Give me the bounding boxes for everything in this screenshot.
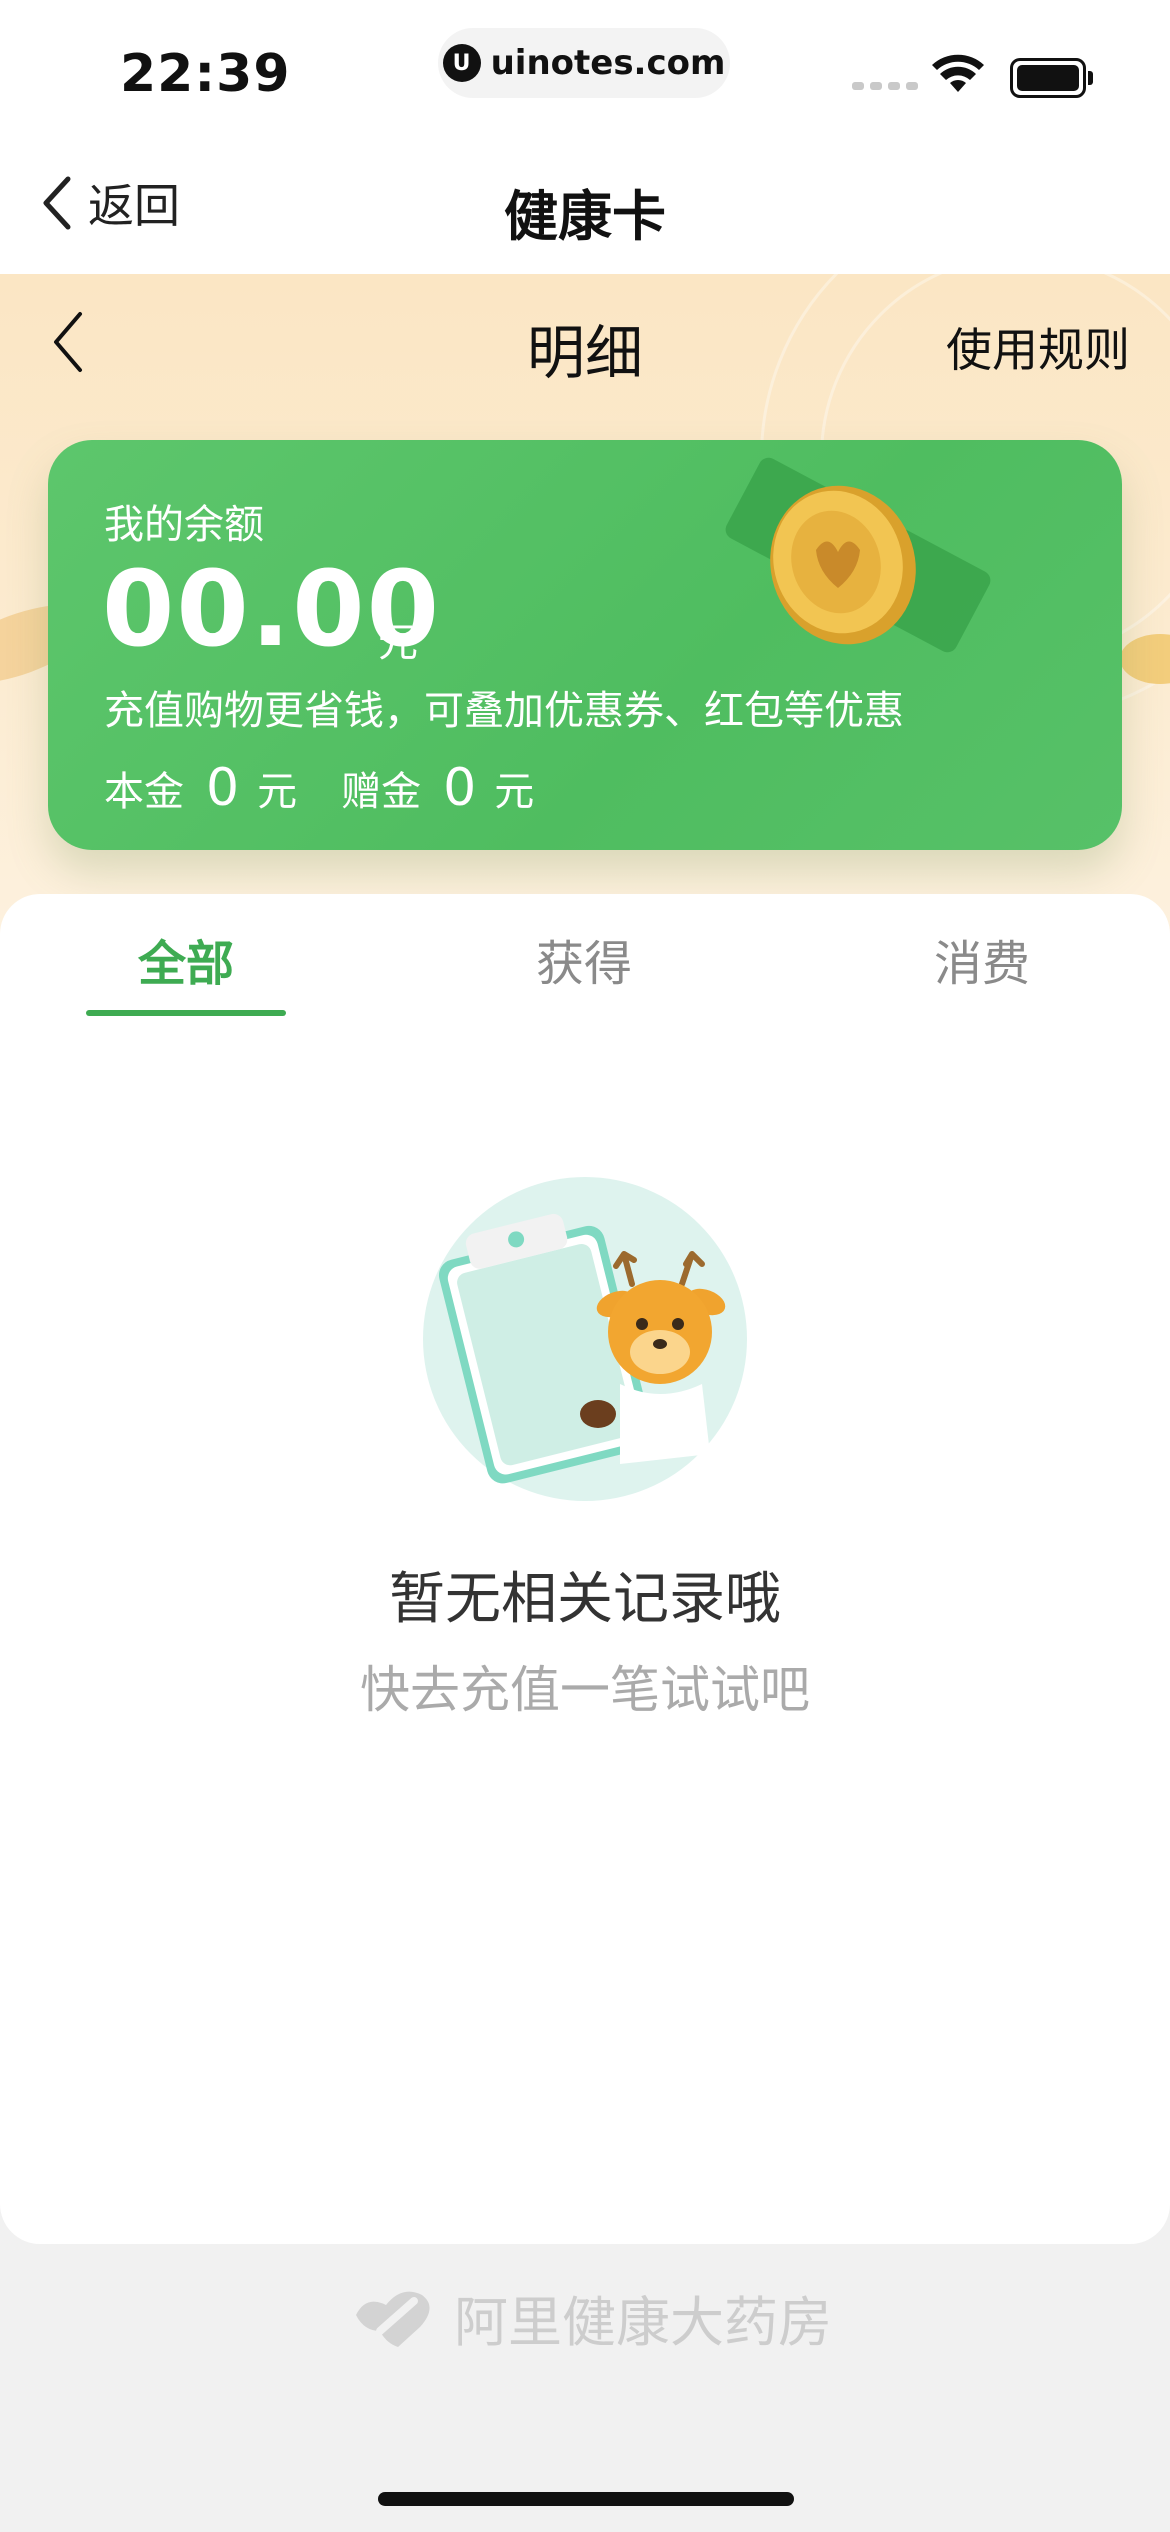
tab-earned[interactable]: 获得: [484, 924, 684, 994]
cellular-signal-icon: [852, 82, 918, 90]
nav-title: 健康卡: [504, 185, 666, 248]
url-pill[interactable]: U uinotes.com: [438, 28, 730, 98]
footer-brand: 阿里健康大药房: [350, 2278, 832, 2357]
bonus-unit: 元: [494, 769, 535, 815]
balance-unit: 元: [378, 620, 418, 666]
status-bar: 22:39 U uinotes.com: [0, 0, 1170, 140]
empty-state-title: 暂无相关记录哦: [389, 1567, 781, 1632]
battery-icon: [1010, 58, 1093, 98]
empty-state-subtitle: 快去充值一笔试试吧: [360, 1661, 810, 1719]
balance-description: 充值购物更省钱，可叠加优惠券、红包等优惠: [104, 688, 904, 734]
balance-label: 我的余额: [104, 502, 264, 548]
site-logo-icon: U: [442, 44, 481, 82]
balance-card: 我的余额 00.00 元 充值购物更省钱，可叠加优惠券、红包等优惠 本金 0 元…: [48, 440, 1122, 850]
principal-unit: 元: [257, 769, 298, 815]
bonus-label: 赠金: [341, 769, 422, 815]
records-panel: 全部 获得 消费 暂无相关记录哦 快去充值一笔试试吧: [0, 894, 1170, 2244]
hero-section: 明细 使用规则 我的余额 00.00 元 充值购物更省钱，可叠加优惠券、红包等优…: [0, 274, 1170, 934]
tab-all[interactable]: 全部: [86, 924, 286, 994]
balance-breakdown: 本金 0 元 赠金 0 元: [104, 758, 534, 818]
tab-spent[interactable]: 消费: [882, 924, 1082, 994]
gold-coin-icon: [770, 485, 916, 645]
home-indicator[interactable]: [378, 2492, 794, 2506]
wifi-icon: [932, 54, 984, 92]
active-tab-indicator: [86, 1010, 286, 1016]
empty-state-illustration: [423, 1177, 747, 1501]
principal-value: 0: [206, 758, 240, 818]
principal-label: 本金: [104, 769, 184, 815]
bonus-value: 0: [443, 758, 477, 818]
url-text: uinotes.com: [490, 43, 726, 83]
alihealth-logo-icon: [356, 2291, 430, 2347]
status-time: 22:39: [120, 44, 291, 104]
usage-rules-link[interactable]: 使用规则: [946, 314, 1130, 380]
footer-brand-text: 阿里健康大药房: [454, 2291, 832, 2354]
